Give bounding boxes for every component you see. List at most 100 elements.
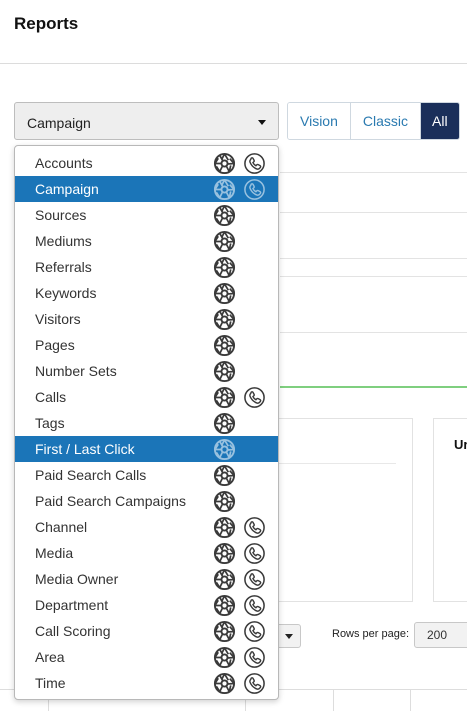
report-type-dropdown: Accounts Campaign Sources Mediums Referrals K… bbox=[14, 145, 279, 700]
divider bbox=[280, 332, 467, 333]
dropdown-option-label: Channel bbox=[35, 519, 88, 535]
phone-icon bbox=[243, 646, 266, 669]
table-column-divider bbox=[410, 690, 411, 711]
dropdown-option[interactable]: Media bbox=[15, 540, 278, 566]
dropdown-option[interactable]: Paid Search Campaigns bbox=[15, 488, 278, 514]
dropdown-option[interactable]: Paid Search Calls bbox=[15, 462, 278, 488]
dropdown-option-label: Media Owner bbox=[35, 571, 119, 587]
rows-per-page-value: 200 bbox=[427, 628, 448, 642]
dropdown-option[interactable]: Sources bbox=[15, 202, 278, 228]
chart-line bbox=[280, 386, 467, 388]
dropdown-option-label: Campaign bbox=[35, 181, 99, 197]
rows-per-page-select[interactable]: 200 bbox=[414, 622, 467, 648]
tracking-icon bbox=[213, 204, 236, 227]
panel-title: Ur bbox=[454, 437, 467, 452]
tracking-icon bbox=[213, 178, 236, 201]
dropdown-option-label: Mediums bbox=[35, 233, 92, 249]
option-icons bbox=[213, 204, 236, 226]
option-icons bbox=[213, 308, 236, 330]
tracking-icon bbox=[213, 438, 236, 461]
phone-icon bbox=[243, 672, 266, 695]
option-icons bbox=[213, 464, 236, 486]
tracking-icon bbox=[213, 308, 236, 331]
dropdown-option-label: Keywords bbox=[35, 285, 97, 301]
toggle-classic-button[interactable]: Classic bbox=[350, 103, 422, 139]
report-type-select[interactable]: Campaign bbox=[14, 102, 279, 140]
tracking-icon bbox=[213, 386, 236, 409]
option-icons bbox=[213, 646, 266, 668]
phone-icon bbox=[243, 542, 266, 565]
option-icons bbox=[213, 672, 266, 694]
stats-panel-right: Ur bbox=[433, 418, 467, 602]
dropdown-option[interactable]: Referrals bbox=[15, 254, 278, 280]
dropdown-option-label: Calls bbox=[35, 389, 67, 405]
tracking-icon bbox=[213, 334, 236, 357]
rows-per-page-label: Rows per page: bbox=[332, 628, 410, 640]
dropdown-option[interactable]: Accounts bbox=[15, 150, 278, 176]
option-icons bbox=[213, 412, 236, 434]
toggle-all-button[interactable]: All bbox=[421, 103, 459, 139]
dropdown-option[interactable]: First / Last Click bbox=[15, 436, 278, 462]
dropdown-option-label: Number Sets bbox=[35, 363, 117, 379]
toggle-vision-button[interactable]: Vision bbox=[288, 103, 351, 139]
dropdown-option[interactable]: Area bbox=[15, 644, 278, 670]
dropdown-option-label: Pages bbox=[35, 337, 75, 353]
tracking-icon bbox=[213, 152, 236, 175]
option-icons bbox=[213, 620, 266, 642]
report-type-value: Campaign bbox=[27, 115, 91, 131]
dropdown-option-label: First / Last Click bbox=[35, 441, 135, 457]
option-icons bbox=[213, 594, 266, 616]
tracking-icon bbox=[213, 516, 236, 539]
option-icons bbox=[213, 490, 236, 512]
dropdown-option[interactable]: Pages bbox=[15, 332, 278, 358]
option-icons bbox=[213, 152, 266, 174]
dropdown-option-label: Department bbox=[35, 597, 109, 613]
dropdown-option-label: Referrals bbox=[35, 259, 92, 275]
tracking-icon bbox=[213, 646, 236, 669]
dropdown-option[interactable]: Campaign bbox=[15, 176, 278, 202]
option-icons bbox=[213, 386, 266, 408]
option-icons bbox=[213, 360, 236, 382]
tracking-icon bbox=[213, 594, 236, 617]
dropdown-option-label: Time bbox=[35, 675, 66, 691]
phone-icon bbox=[243, 516, 266, 539]
dropdown-option[interactable]: Mediums bbox=[15, 228, 278, 254]
dropdown-option-label: Accounts bbox=[35, 155, 93, 171]
phone-icon bbox=[243, 568, 266, 591]
tracking-icon bbox=[213, 230, 236, 253]
tracking-icon bbox=[213, 672, 236, 695]
page-title: Reports bbox=[14, 14, 79, 33]
option-icons bbox=[213, 178, 266, 200]
chevron-down-icon bbox=[285, 634, 293, 639]
dropdown-option[interactable]: Visitors bbox=[15, 306, 278, 332]
chevron-down-icon bbox=[258, 120, 266, 125]
option-icons bbox=[213, 334, 236, 356]
dropdown-option[interactable]: Keywords bbox=[15, 280, 278, 306]
tracking-icon bbox=[213, 464, 236, 487]
dropdown-option-label: Area bbox=[35, 649, 65, 665]
dropdown-option[interactable]: Calls bbox=[15, 384, 278, 410]
dropdown-option[interactable]: Tags bbox=[15, 410, 278, 436]
tracking-icon bbox=[213, 256, 236, 279]
phone-icon bbox=[243, 178, 266, 201]
divider bbox=[280, 258, 467, 259]
dropdown-option[interactable]: Call Scoring bbox=[15, 618, 278, 644]
tracking-icon bbox=[213, 412, 236, 435]
option-icons bbox=[213, 568, 266, 590]
dropdown-option-label: Tags bbox=[35, 415, 65, 431]
dropdown-option[interactable]: Department bbox=[15, 592, 278, 618]
dropdown-option[interactable]: Media Owner bbox=[15, 566, 278, 592]
tracking-icon bbox=[213, 360, 236, 383]
dropdown-option-label: Visitors bbox=[35, 311, 81, 327]
option-icons bbox=[213, 438, 236, 460]
option-icons bbox=[213, 516, 266, 538]
divider bbox=[280, 172, 467, 173]
phone-icon bbox=[243, 594, 266, 617]
tracking-icon bbox=[213, 282, 236, 305]
view-toggle-group: Vision Classic All bbox=[287, 102, 460, 140]
divider bbox=[280, 212, 467, 213]
dropdown-option[interactable]: Channel bbox=[15, 514, 278, 540]
dropdown-option[interactable]: Time bbox=[15, 670, 278, 696]
option-icons bbox=[213, 256, 236, 278]
dropdown-option[interactable]: Number Sets bbox=[15, 358, 278, 384]
